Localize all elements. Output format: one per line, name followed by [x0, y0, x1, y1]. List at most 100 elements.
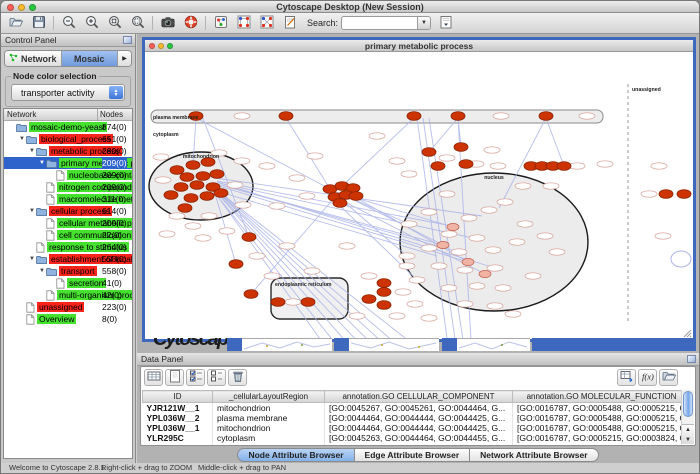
tree-row[interactable]: macromolecule metabolic311(0)	[4, 193, 132, 205]
tree-row[interactable]: ▼cellular process614(0)	[4, 205, 132, 217]
scrollbar-thumb[interactable]	[683, 391, 693, 417]
selected-node[interactable]	[333, 199, 347, 208]
search-input[interactable]	[341, 16, 417, 30]
node[interactable]	[569, 163, 585, 169]
node[interactable]	[399, 263, 415, 269]
edge[interactable]	[546, 118, 564, 166]
selected-node[interactable]	[349, 192, 363, 201]
unselect-all-attributes-button[interactable]	[207, 369, 226, 386]
node[interactable]	[484, 147, 500, 153]
node[interactable]	[304, 268, 320, 274]
node[interactable]	[481, 207, 497, 213]
tree-row[interactable]: secretion41(0)	[4, 277, 132, 289]
node[interactable]	[579, 113, 595, 119]
node[interactable]	[457, 267, 473, 273]
node[interactable]	[169, 213, 185, 219]
zoom-in-button[interactable]	[81, 14, 102, 32]
expander-icon[interactable]: ▼	[18, 136, 26, 142]
node[interactable]	[462, 258, 474, 265]
table-cell[interactable]: [GO:0016787, GO:0005215, GO:0003824, G..…	[513, 433, 691, 443]
tree-row[interactable]: ▼biological_process651(0)	[4, 133, 132, 145]
table-scrollbar[interactable]: ▲▼	[681, 390, 694, 444]
table-cell[interactable]: [GO:0005488, GO:0005215, GO:0003674]	[513, 443, 691, 446]
region-plasma-membrane[interactable]	[151, 110, 603, 123]
tree-row[interactable]: ▼metabolic process280(0)	[4, 145, 132, 157]
tree-row[interactable]: unassigned223(0)	[4, 301, 132, 313]
node[interactable]	[487, 265, 503, 271]
node[interactable]	[279, 243, 295, 249]
search-options-button[interactable]	[435, 14, 456, 32]
node[interactable]	[441, 285, 457, 291]
node[interactable]	[395, 289, 411, 295]
node[interactable]	[461, 215, 477, 221]
select-all-attributes-button[interactable]	[186, 369, 205, 386]
selected-node[interactable]	[271, 298, 285, 307]
tree-row[interactable]: multi-organism process42(0)	[4, 289, 132, 301]
import-table-button[interactable]	[617, 369, 636, 386]
snapshot-button[interactable]	[157, 14, 178, 32]
open-folder-button[interactable]	[659, 369, 678, 386]
table-cell[interactable]: [GO:0045267, GO:0045261, GO:0044464, G..…	[325, 403, 513, 414]
column-header[interactable]: annotation.GO CELLULAR_COMPONENT	[325, 391, 513, 403]
node[interactable]	[485, 247, 501, 253]
tree-row[interactable]: ▼establishment of localization558(0)	[4, 253, 132, 265]
tree-row[interactable]: response to stimulus264(0)	[4, 241, 132, 253]
tab-network-attribute-browser[interactable]: Network Attribute Browser	[469, 448, 598, 462]
node[interactable]	[421, 245, 437, 251]
zoom-fit-button[interactable]	[127, 14, 148, 32]
node[interactable]	[487, 303, 503, 309]
selected-node[interactable]	[184, 194, 198, 203]
tree-row[interactable]: ▼transport558(0)	[4, 265, 132, 277]
selected-node[interactable]	[431, 162, 445, 171]
table-cell[interactable]: [GO:0016787, GO:0005488, GO:0005215, G..…	[513, 423, 691, 433]
node[interactable]	[401, 221, 417, 227]
save-button[interactable]	[28, 14, 49, 32]
node[interactable]	[219, 228, 235, 234]
network-window-titlebar[interactable]: primary metabolic process	[145, 40, 693, 52]
resize-grip-icon[interactable]	[682, 328, 692, 338]
node[interactable]	[517, 221, 533, 227]
network-canvas[interactable]: plasma membranecytoplasmmitochondrionnuc…	[145, 52, 693, 339]
self-loop-edge[interactable]	[671, 251, 691, 267]
node[interactable]	[457, 301, 473, 307]
table-row[interactable]: YJR121W__1mitochondrion[GO:0045267, GO:0…	[143, 403, 691, 414]
node[interactable]	[259, 163, 275, 169]
help-button[interactable]	[180, 14, 201, 32]
node[interactable]	[451, 249, 467, 255]
selected-node[interactable]	[174, 183, 188, 192]
node[interactable]	[439, 155, 455, 161]
table-cell[interactable]: YPL036W__2	[143, 413, 213, 423]
selected-node[interactable]	[178, 204, 192, 213]
table-cell[interactable]: mitochondrion	[213, 423, 325, 433]
window-titlebar[interactable]: Cytoscape Desktop (New Session)	[1, 1, 699, 13]
selected-node[interactable]	[190, 181, 204, 190]
zoom-selected-button[interactable]	[104, 14, 125, 32]
node[interactable]	[407, 301, 423, 307]
selected-node[interactable]	[210, 170, 224, 179]
layout-b-button[interactable]	[256, 14, 277, 32]
close-icon[interactable]	[7, 4, 14, 11]
table-cell[interactable]: [GO:0044464, GO:0044444, GO:0044425, G..…	[325, 413, 513, 423]
node[interactable]	[227, 182, 243, 188]
expander-icon[interactable]: ▼	[38, 160, 46, 166]
table-cell[interactable]: mitochondrion	[213, 403, 325, 414]
node[interactable]	[431, 263, 447, 269]
table-row[interactable]: YKR052Ccytoplasm[GO:0044464, GO:0044446,…	[143, 443, 691, 446]
table-cell[interactable]: [GO:0016787, GO:0005488, GO:0005215, G..…	[513, 413, 691, 423]
node[interactable]	[159, 231, 175, 237]
table-cell[interactable]: YJR121W__1	[143, 403, 213, 414]
layout-a-button[interactable]	[233, 14, 254, 32]
node[interactable]	[153, 154, 169, 160]
region-nucleus[interactable]	[400, 173, 588, 311]
annotation-button[interactable]	[279, 14, 300, 32]
node[interactable]	[469, 235, 485, 241]
node[interactable]	[497, 199, 513, 205]
table-cell[interactable]: plasma membrane	[213, 413, 325, 423]
table-cell[interactable]: [GO:0045263, GO:0044464, GO:0044455, G..…	[325, 433, 513, 443]
selected-node[interactable]	[451, 112, 465, 121]
vizmapper-button[interactable]	[210, 14, 231, 32]
selected-node[interactable]	[454, 143, 468, 152]
node[interactable]	[597, 161, 613, 167]
node[interactable]	[509, 239, 525, 245]
node[interactable]	[285, 299, 301, 305]
